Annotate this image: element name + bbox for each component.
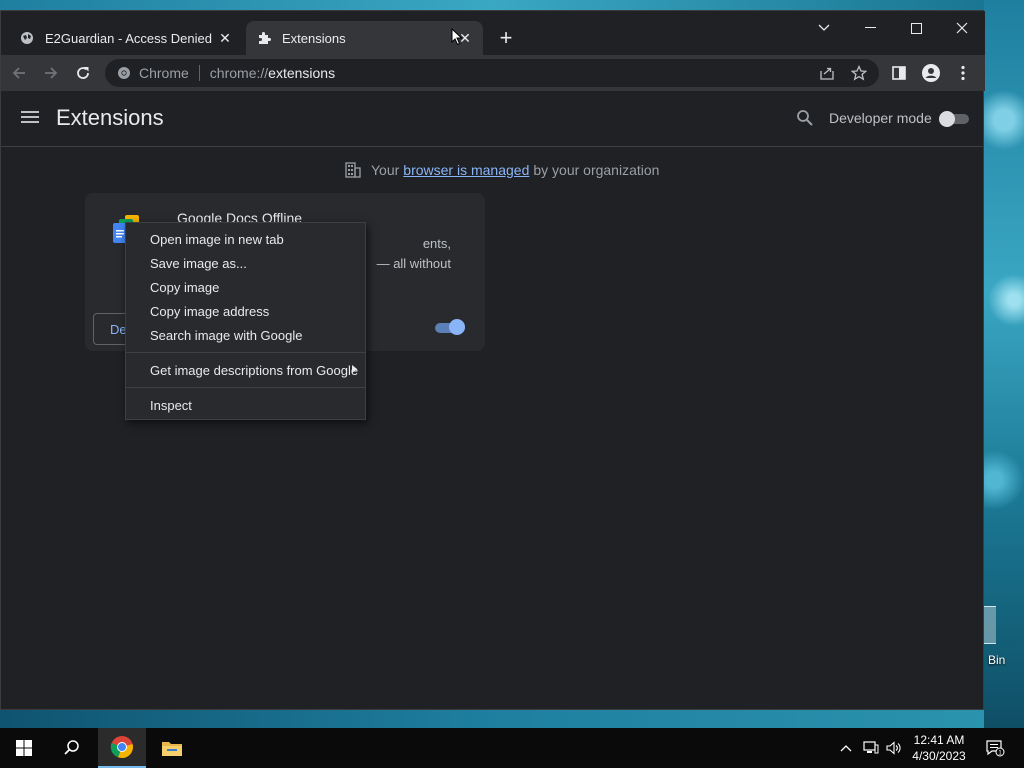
bookmark-star-icon[interactable] xyxy=(845,59,873,87)
chrome-icon xyxy=(110,736,133,759)
tab-title: Extensions xyxy=(282,30,346,46)
network-icon[interactable] xyxy=(860,728,882,768)
menu-item-search-image-google[interactable]: Search image with Google xyxy=(126,323,365,347)
menu-item-copy-image[interactable]: Copy image xyxy=(126,275,365,299)
managed-prefix: Your xyxy=(371,162,400,178)
profile-icon[interactable] xyxy=(917,59,945,87)
tab-extensions[interactable]: Extensions ✕ xyxy=(246,21,483,55)
share-icon[interactable] xyxy=(813,59,841,87)
system-clock[interactable]: 12:41 AM 4/30/2023 xyxy=(900,732,978,764)
address-bar[interactable]: Chrome chrome:// extensions xyxy=(105,59,879,87)
chrome-chip-label: Chrome xyxy=(139,65,189,81)
tab-e2guardian[interactable]: E2Guardian - Access Denied ✕ xyxy=(9,21,243,55)
search-button[interactable] xyxy=(48,728,96,768)
start-button[interactable] xyxy=(0,728,48,768)
recycle-bin-icon[interactable] xyxy=(982,606,996,644)
menu-icon[interactable] xyxy=(21,109,41,129)
url-scheme: chrome:// xyxy=(209,65,269,81)
folder-icon xyxy=(162,742,182,756)
developer-mode-label: Developer mode xyxy=(829,110,932,126)
close-window-icon[interactable] xyxy=(939,11,985,45)
desktop-wallpaper-top xyxy=(0,0,984,10)
clock-date: 4/30/2023 xyxy=(912,749,966,763)
developer-mode-toggle[interactable] xyxy=(939,111,971,127)
toggle-knob xyxy=(449,319,465,335)
taskbar-file-explorer[interactable] xyxy=(148,728,196,768)
search-icon[interactable] xyxy=(796,109,816,129)
taskbar-chrome[interactable] xyxy=(98,728,146,768)
menu-item-inspect[interactable]: Inspect xyxy=(126,393,365,417)
browser-toolbar: Chrome chrome:// extensions xyxy=(1,55,985,91)
notification-center-icon[interactable]: 1 xyxy=(980,728,1010,768)
building-icon xyxy=(345,162,361,178)
menu-item-label: Get image descriptions from Google xyxy=(150,362,359,378)
context-menu: Open image in new tab Save image as... C… xyxy=(125,222,366,420)
globe-icon xyxy=(19,30,35,46)
more-menu-icon[interactable] xyxy=(949,59,977,87)
tab-search-icon[interactable] xyxy=(801,11,847,45)
menu-item-open-image-new-tab[interactable]: Open image in new tab xyxy=(126,227,365,251)
close-tab-icon[interactable]: ✕ xyxy=(215,28,235,48)
clock-time: 12:41 AM xyxy=(913,733,965,747)
mouse-cursor-icon xyxy=(451,28,463,46)
reload-icon[interactable] xyxy=(69,59,97,87)
omnibox-divider xyxy=(198,65,200,81)
url-host: extensions xyxy=(268,65,336,81)
minimize-icon[interactable] xyxy=(847,11,893,45)
side-panel-icon[interactable] xyxy=(885,59,913,87)
back-icon[interactable] xyxy=(5,59,33,87)
managed-link[interactable]: browser is managed xyxy=(403,162,529,178)
recycle-bin-label[interactable]: Bin xyxy=(988,653,1005,667)
windows-icon xyxy=(16,740,32,756)
toggle-knob xyxy=(939,111,955,127)
search-icon xyxy=(64,740,79,755)
menu-item-image-descriptions[interactable]: Get image descriptions from Google xyxy=(126,358,365,382)
menu-separator xyxy=(126,387,365,388)
new-tab-button[interactable]: + xyxy=(493,25,519,51)
chrome-site-icon xyxy=(118,67,130,79)
tab-strip: E2Guardian - Access Denied ✕ Extensions … xyxy=(1,11,985,55)
maximize-icon[interactable] xyxy=(893,11,939,45)
managed-notice: Your browser is managed by your organiza… xyxy=(344,161,659,179)
submenu-arrow-icon xyxy=(352,365,357,373)
page-title: Extensions xyxy=(56,105,164,130)
page-header: Extensions Developer mode xyxy=(1,91,983,147)
menu-item-copy-image-address[interactable]: Copy image address xyxy=(126,299,365,323)
extension-enable-toggle[interactable] xyxy=(433,319,467,337)
tab-title: E2Guardian - Access Denied xyxy=(45,30,212,46)
taskbar: 12:41 AM 4/30/2023 1 xyxy=(0,728,1024,768)
menu-separator xyxy=(126,352,365,353)
puzzle-icon xyxy=(256,30,272,46)
managed-suffix: by your organization xyxy=(533,162,660,178)
forward-icon[interactable] xyxy=(37,59,65,87)
menu-item-save-image-as[interactable]: Save image as... xyxy=(126,251,365,275)
show-hidden-icons-icon[interactable] xyxy=(836,728,856,768)
desktop-wallpaper-bottom xyxy=(0,710,984,728)
